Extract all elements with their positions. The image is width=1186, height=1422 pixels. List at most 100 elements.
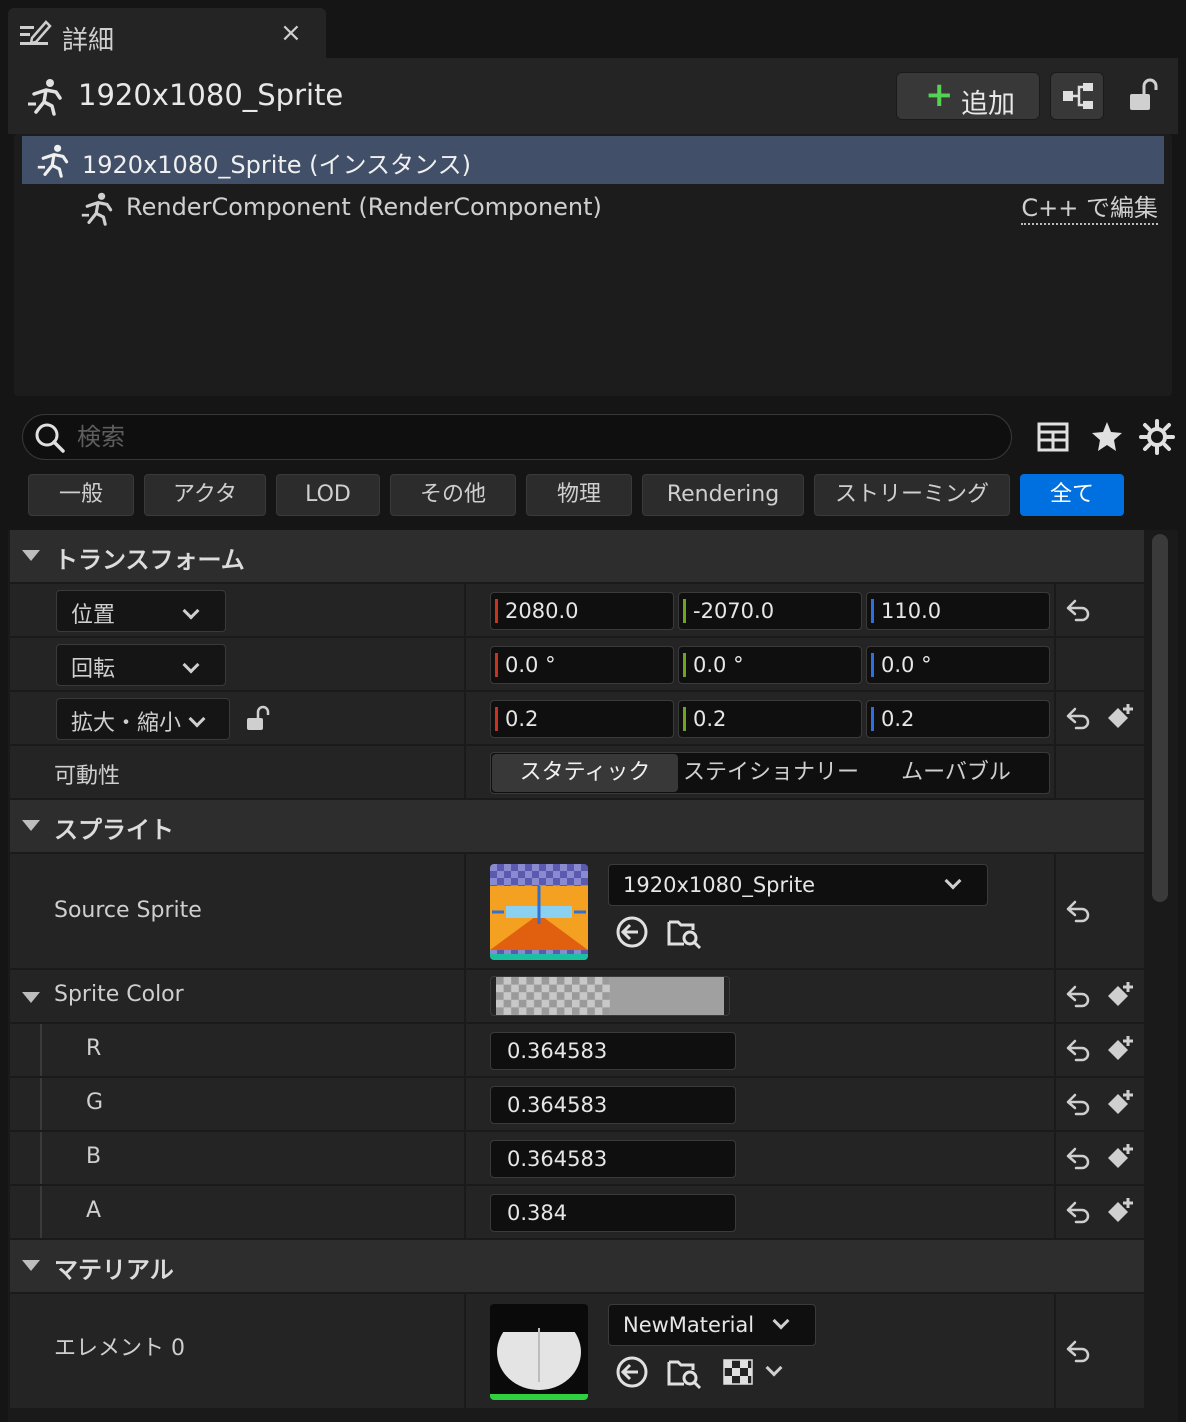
add-keyframe-icon[interactable]: [1104, 702, 1136, 734]
filter-misc[interactable]: その他: [390, 474, 516, 516]
category-title: スプライト: [54, 816, 174, 844]
add-keyframe-icon[interactable]: [1104, 980, 1136, 1012]
filter-streaming[interactable]: ストリーミング: [814, 474, 1010, 516]
reset-to-default-icon[interactable]: [1064, 1199, 1092, 1227]
mobility-movable[interactable]: ムーバブル: [863, 754, 1049, 792]
blueprint-button[interactable]: [1050, 72, 1104, 120]
tree-item-root[interactable]: 1920x1080_Sprite (インスタンス): [22, 136, 1164, 184]
property-color-r: R 0.364583: [10, 1024, 1144, 1078]
mobility-static[interactable]: スタティック: [492, 754, 678, 792]
color-r-field[interactable]: 0.364583: [490, 1032, 736, 1070]
texture-checker-icon[interactable]: [720, 1354, 756, 1390]
collapse-arrow-icon[interactable]: [22, 992, 40, 1003]
scrollbar-thumb[interactable]: [1152, 534, 1168, 902]
rotation-x-field[interactable]: 0.0 °: [490, 646, 674, 684]
use-selected-asset-icon[interactable]: [614, 914, 650, 950]
color-swatch[interactable]: [490, 976, 730, 1016]
rotation-z-field[interactable]: 0.0 °: [866, 646, 1050, 684]
column-divider: [1054, 970, 1056, 1022]
column-divider: [464, 1186, 466, 1238]
property-color-b: B 0.364583: [10, 1132, 1144, 1186]
filter-actor[interactable]: アクタ: [144, 474, 266, 516]
add-component-button[interactable]: + 追加: [896, 72, 1040, 120]
tree-item-label: 1920x1080_Sprite (インスタンス): [82, 151, 471, 179]
reset-to-default-icon[interactable]: [1064, 1338, 1092, 1366]
filter-lod[interactable]: LOD: [276, 474, 380, 516]
rotation-z-value: 0.0 °: [881, 653, 932, 677]
scale-z-field[interactable]: 0.2: [866, 700, 1050, 738]
color-a-label: A: [86, 1198, 102, 1223]
filter-general[interactable]: 一般: [28, 474, 134, 516]
category-sprite[interactable]: スプライト: [10, 800, 1144, 852]
rotation-dropdown[interactable]: 回転: [56, 644, 226, 686]
reset-to-default-icon[interactable]: [1064, 1037, 1092, 1065]
collapse-arrow-icon: [22, 1260, 40, 1271]
tab-details[interactable]: 詳細 ×: [8, 8, 326, 60]
color-a-field[interactable]: 0.384: [490, 1194, 736, 1232]
x-axis-bar: [495, 599, 498, 623]
rotation-y-field[interactable]: 0.0 °: [678, 646, 862, 684]
element-0-label: エレメント 0: [54, 1336, 185, 1361]
reset-to-default-icon[interactable]: [1064, 898, 1092, 926]
reset-to-default-icon[interactable]: [1064, 1145, 1092, 1173]
use-selected-asset-icon[interactable]: [614, 1354, 650, 1390]
column-divider: [464, 1078, 466, 1130]
column-divider: [1054, 584, 1056, 636]
material-thumbnail[interactable]: [490, 1304, 588, 1400]
browse-asset-icon[interactable]: [666, 1354, 702, 1390]
location-y-field[interactable]: -2070.0: [678, 592, 862, 630]
chevron-down-icon[interactable]: [765, 1359, 783, 1377]
chevron-down-icon: [188, 710, 206, 728]
add-keyframe-icon[interactable]: [1104, 1034, 1136, 1066]
rotation-x-value: 0.0 °: [505, 653, 556, 677]
tree-item-render-component[interactable]: RenderComponent (RenderComponent) C++ で編…: [22, 186, 1164, 230]
search-input[interactable]: [77, 419, 997, 455]
color-g-field[interactable]: 0.364583: [490, 1086, 736, 1124]
reset-to-default-icon[interactable]: [1064, 705, 1092, 733]
color-b-field[interactable]: 0.364583: [490, 1140, 736, 1178]
favorites-star-icon[interactable]: [1088, 418, 1126, 456]
location-x-field[interactable]: 2080.0: [490, 592, 674, 630]
unlock-icon[interactable]: [1124, 76, 1164, 116]
category-transform[interactable]: トランスフォーム: [10, 530, 1144, 582]
location-z-value: 110.0: [881, 599, 942, 623]
property-sprite-color: Sprite Color: [10, 970, 1144, 1024]
mobility-stationary[interactable]: ステイショナリー: [678, 754, 864, 792]
category-material[interactable]: マテリアル: [10, 1240, 1144, 1292]
scale-x-field[interactable]: 0.2: [490, 700, 674, 738]
scale-dropdown[interactable]: 拡大・縮小: [56, 698, 230, 740]
reset-to-default-icon[interactable]: [1064, 1091, 1092, 1119]
property-color-g: G 0.364583: [10, 1078, 1144, 1132]
column-divider: [1054, 1294, 1056, 1408]
close-icon[interactable]: ×: [280, 18, 302, 48]
browse-asset-icon[interactable]: [666, 914, 702, 950]
add-keyframe-icon[interactable]: [1104, 1088, 1136, 1120]
add-keyframe-icon[interactable]: [1104, 1196, 1136, 1228]
sprite-thumbnail[interactable]: [490, 864, 588, 960]
search-bar: [22, 414, 1012, 460]
column-divider: [1054, 1024, 1056, 1076]
property-matrix-icon[interactable]: [1034, 418, 1072, 456]
column-divider: [464, 970, 466, 1022]
filter-all[interactable]: 全て: [1020, 474, 1124, 516]
hierarchy-icon: [1063, 83, 1093, 109]
column-divider: [464, 746, 466, 798]
source-sprite-dropdown[interactable]: 1920x1080_Sprite: [608, 864, 988, 906]
add-keyframe-icon[interactable]: [1104, 1142, 1136, 1174]
reset-to-default-icon[interactable]: [1064, 597, 1092, 625]
settings-gear-icon[interactable]: [1138, 418, 1176, 456]
edit-in-cpp-link[interactable]: C++ で編集: [1021, 193, 1158, 225]
location-dropdown[interactable]: 位置: [56, 590, 226, 632]
tree-item-label: RenderComponent (RenderComponent): [126, 193, 602, 221]
color-r-value: 0.364583: [507, 1039, 608, 1063]
material-dropdown[interactable]: NewMaterial: [608, 1304, 816, 1346]
scale-label: 拡大・縮小: [71, 711, 182, 736]
scale-lock-icon[interactable]: [244, 704, 274, 734]
reset-to-default-icon[interactable]: [1064, 983, 1092, 1011]
filter-physics[interactable]: 物理: [526, 474, 632, 516]
scale-y-field[interactable]: 0.2: [678, 700, 862, 738]
column-divider: [1054, 1186, 1056, 1238]
location-label: 位置: [71, 603, 116, 628]
location-z-field[interactable]: 110.0: [866, 592, 1050, 630]
filter-rendering[interactable]: Rendering: [642, 474, 804, 516]
